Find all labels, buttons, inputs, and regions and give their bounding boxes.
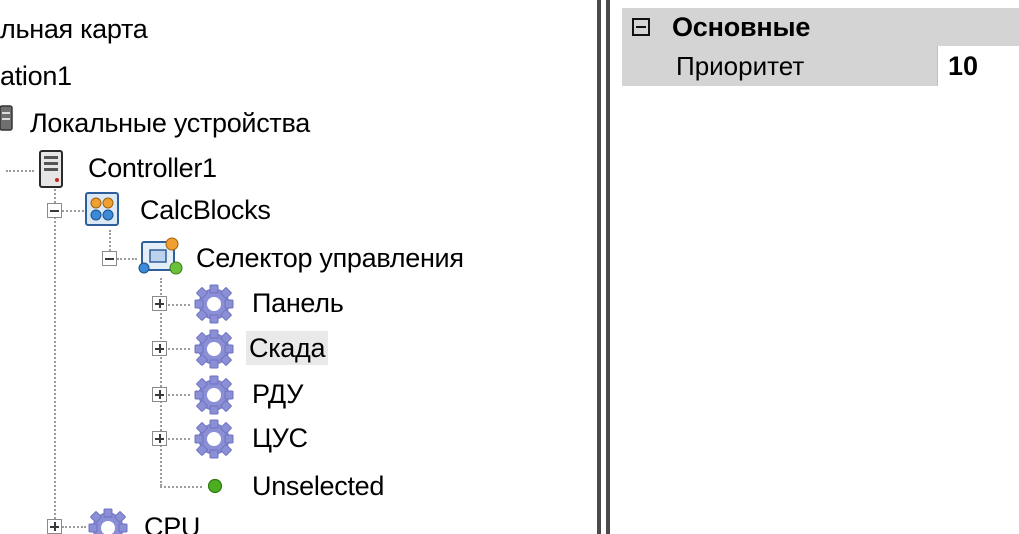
tree-node-map-label[interactable]: льная карта xyxy=(0,12,148,46)
tree-line xyxy=(168,304,190,306)
splitter-bar xyxy=(597,0,601,534)
tree-item-label[interactable]: Панель xyxy=(252,286,344,320)
tree-line xyxy=(168,438,190,440)
tree-node-cpu-label[interactable]: CPU xyxy=(144,510,200,534)
property-row[interactable]: Приоритет 10 xyxy=(622,46,1019,86)
property-name[interactable]: Приоритет xyxy=(672,46,937,86)
tree-line xyxy=(6,170,34,172)
tree-node-controller-label[interactable]: Controller1 xyxy=(88,151,217,185)
server-icon xyxy=(37,150,65,188)
tree-node-selector-label[interactable]: Селектор управления xyxy=(196,241,464,275)
device-icon xyxy=(0,104,18,132)
category-name: Основные xyxy=(672,12,811,42)
tree-node-local-devices-label[interactable]: Локальные устройства xyxy=(30,106,310,140)
gear-icon xyxy=(84,508,132,534)
gear-icon xyxy=(190,419,238,459)
green-dot-icon xyxy=(207,478,223,494)
tree-line xyxy=(62,526,86,528)
gear-icon xyxy=(190,284,238,324)
property-category[interactable]: Основные xyxy=(622,8,1019,46)
expand-toggle-item[interactable] xyxy=(152,296,167,311)
gear-icon xyxy=(190,375,238,415)
tree-line xyxy=(168,348,190,350)
tree-node-station-label[interactable]: ation1 xyxy=(0,59,72,93)
tree-line xyxy=(168,394,190,396)
pane-splitter[interactable] xyxy=(593,0,622,534)
category-collapse-toggle[interactable] xyxy=(632,18,650,36)
tree-item-label-selected[interactable]: Скада xyxy=(246,331,329,365)
calc-blocks-icon xyxy=(85,192,119,226)
expand-toggle-item[interactable] xyxy=(152,387,167,402)
gear-icon xyxy=(190,329,238,369)
property-value[interactable]: 10 xyxy=(938,46,1019,86)
tree-line xyxy=(54,178,56,534)
selector-block-icon xyxy=(138,236,186,276)
expand-toggle-item[interactable] xyxy=(152,431,167,446)
collapse-toggle-selector[interactable] xyxy=(102,251,117,266)
collapse-toggle-calcblocks[interactable] xyxy=(47,203,62,218)
tree-line xyxy=(62,210,84,212)
expand-toggle-item[interactable] xyxy=(152,341,167,356)
tree-line xyxy=(117,258,137,260)
tree-node-unselected-label[interactable]: Unselected xyxy=(252,469,384,503)
device-tree[interactable]: льная карта ation1 Локальные устройства … xyxy=(0,0,593,534)
tree-item-label[interactable]: РДУ xyxy=(252,377,303,411)
property-gutter xyxy=(622,46,672,86)
tree-line xyxy=(160,486,202,488)
tree-item-label[interactable]: ЦУС xyxy=(252,421,308,455)
expand-toggle-cpu[interactable] xyxy=(47,519,62,534)
property-grid[interactable]: Основные Приоритет 10 xyxy=(622,0,1019,534)
tree-node-calcblocks-label[interactable]: CalcBlocks xyxy=(140,193,271,227)
splitter-bar xyxy=(606,0,610,534)
